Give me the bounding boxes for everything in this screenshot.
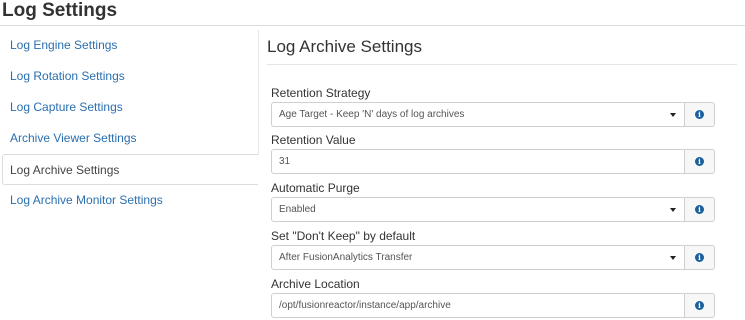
dont-keep-default-value: After FusionAnalytics Transfer: [279, 252, 413, 263]
main-panel: Log Archive Settings Retention Strategy …: [267, 30, 737, 318]
automatic-purge-label: Automatic Purge: [271, 181, 360, 195]
info-circle-icon: i: [695, 110, 704, 119]
archive-location-input[interactable]: [271, 293, 685, 318]
archive-location-info-button[interactable]: i: [685, 293, 715, 318]
retention-value-label: Retention Value: [271, 133, 356, 147]
info-circle-icon: i: [695, 205, 704, 214]
archive-location-label: Archive Location: [271, 277, 360, 291]
info-circle-icon: i: [695, 157, 704, 166]
dont-keep-default-label: Set "Don't Keep" by default: [271, 229, 416, 243]
automatic-purge-value: Enabled: [279, 204, 316, 215]
info-circle-icon: i: [695, 253, 704, 262]
automatic-purge-select[interactable]: Enabled: [271, 197, 685, 222]
sidebar-item-archive-viewer[interactable]: Archive Viewer Settings: [0, 123, 258, 154]
automatic-purge-field: Automatic Purge Enabled i: [267, 180, 737, 222]
sidebar-divider: [258, 30, 259, 155]
settings-sidebar: Log Engine Settings Log Rotation Setting…: [0, 30, 258, 216]
info-circle-icon: i: [695, 301, 704, 310]
retention-value-input[interactable]: [271, 149, 685, 174]
dont-keep-default-select[interactable]: After FusionAnalytics Transfer: [271, 245, 685, 270]
retention-strategy-field: Retention Strategy Age Target - Keep 'N'…: [267, 85, 737, 127]
dont-keep-default-field: Set "Don't Keep" by default After Fusion…: [267, 228, 737, 270]
page-title: Log Settings: [0, 0, 745, 26]
retention-strategy-label: Retention Strategy: [271, 86, 371, 100]
retention-value-field: Retention Value i: [267, 132, 737, 174]
caret-down-icon: [670, 113, 676, 117]
retention-value-info-button[interactable]: i: [685, 149, 715, 174]
retention-strategy-info-button[interactable]: i: [685, 102, 715, 127]
caret-down-icon: [670, 208, 676, 212]
retention-strategy-value: Age Target - Keep 'N' days of log archiv…: [279, 109, 465, 120]
section-title: Log Archive Settings: [267, 30, 737, 65]
archive-location-field: Archive Location i: [267, 276, 737, 318]
automatic-purge-info-button[interactable]: i: [685, 197, 715, 222]
sidebar-item-log-engine[interactable]: Log Engine Settings: [0, 30, 258, 61]
sidebar-item-log-archive-monitor[interactable]: Log Archive Monitor Settings: [0, 185, 258, 216]
dont-keep-default-info-button[interactable]: i: [685, 245, 715, 270]
sidebar-item-log-archive[interactable]: Log Archive Settings: [2, 154, 258, 185]
caret-down-icon: [670, 256, 676, 260]
sidebar-item-log-capture[interactable]: Log Capture Settings: [0, 92, 258, 123]
retention-strategy-select[interactable]: Age Target - Keep 'N' days of log archiv…: [271, 102, 685, 127]
sidebar-item-log-rotation[interactable]: Log Rotation Settings: [0, 61, 258, 92]
